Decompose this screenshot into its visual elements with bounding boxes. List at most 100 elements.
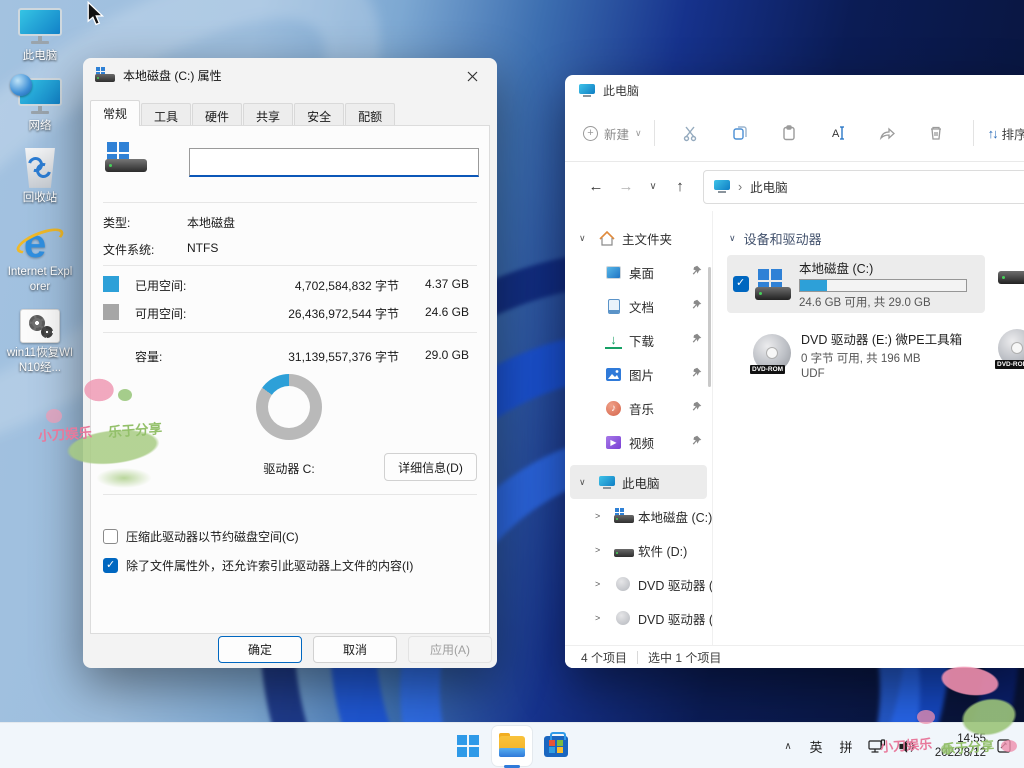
volume-label-input[interactable] <box>189 148 479 177</box>
details-button[interactable]: 详细信息(D) <box>384 453 477 481</box>
scissors-icon <box>682 124 700 142</box>
cancel-button[interactable]: 取消 <box>313 636 397 663</box>
share-button[interactable] <box>863 116 912 150</box>
drive-filesystem: UDF <box>801 368 962 380</box>
forward-button[interactable]: → <box>611 178 641 195</box>
used-space-bytes: 4,702,584,832 字节 <box>295 277 399 294</box>
cut-button[interactable] <box>667 116 716 150</box>
chevron-down-icon: ∨ <box>635 128 642 139</box>
history-dropdown[interactable]: ∨ <box>641 181 665 192</box>
type-label: 类型: <box>103 214 130 231</box>
chevron-right-icon: > <box>595 545 607 555</box>
notification-center-button[interactable] <box>990 728 1018 764</box>
pin-icon <box>691 299 702 313</box>
explorer-command-bar: + 新建 ∨ A ↑↓ <box>565 105 1024 162</box>
drive-info: 0 字节 可用, 共 196 MB <box>801 350 962 366</box>
drive-item-c[interactable]: 本地磁盘 (C:) 24.6 GB 可用, 共 29.0 GB <box>727 255 985 313</box>
properties-dialog: 本地磁盘 (C:) 属性 常规 工具 硬件 共享 安全 配额 类型: 本地磁盘 … <box>83 58 497 668</box>
explorer-titlebar: 此电脑 <box>565 75 1024 105</box>
sort-button[interactable]: ↑↓ 排序 <box>988 124 1024 143</box>
desktop-icon-internet-explorer[interactable]: e Internet Explorer <box>4 220 76 295</box>
index-checkbox-label: 除了文件属性外，还允许索引此驱动器上文件的内容(I) <box>126 557 413 574</box>
network-icon[interactable] <box>862 728 890 764</box>
explorer-content: ∨ 设备和驱动器 本地磁盘 (C:) 24.6 GB 可用, 共 29.0 GB… <box>712 211 1024 645</box>
taskbar-file-explorer[interactable] <box>492 726 532 766</box>
this-pc-icon <box>18 8 62 46</box>
rename-button[interactable]: A <box>814 116 863 150</box>
desktop-icon-label: win11恢复WIN10经... <box>5 346 75 376</box>
tab-sharing[interactable]: 共享 <box>243 103 293 126</box>
start-button[interactable] <box>448 726 488 766</box>
sidebar-item-drive-c[interactable]: > 本地磁盘 (C:) <box>565 499 712 533</box>
sidebar-item-desktop[interactable]: 桌面 <box>565 255 712 289</box>
hidden-icons-button[interactable]: ∧ <box>776 728 800 764</box>
tab-hardware[interactable]: 硬件 <box>192 103 242 126</box>
tab-general[interactable]: 常规 <box>90 100 140 126</box>
drive-icon <box>614 542 631 559</box>
tab-tools[interactable]: 工具 <box>141 103 191 126</box>
taskbar-microsoft-store[interactable] <box>536 726 576 766</box>
volume-icon[interactable] <box>892 728 920 764</box>
index-checkbox[interactable] <box>103 558 118 573</box>
divider <box>654 120 655 146</box>
sidebar-item-videos[interactable]: ▶ 视频 <box>565 425 712 459</box>
sidebar-item-documents[interactable]: 文档 <box>565 289 712 323</box>
sidebar-scrollbar[interactable] <box>708 267 711 387</box>
divider <box>103 494 477 495</box>
breadcrumb-separator: › <box>738 180 742 194</box>
drive-name: 本地磁盘 (C:) <box>799 258 967 277</box>
language-indicator[interactable]: 英 <box>802 728 830 764</box>
dialog-title: 本地磁盘 (C:) 属性 <box>123 67 222 84</box>
this-pc-icon <box>598 474 615 491</box>
ime-indicator[interactable]: 拼 <box>832 728 860 764</box>
desktop-icon-network[interactable]: 网络 <box>4 78 76 134</box>
delete-button[interactable] <box>912 116 961 150</box>
clock[interactable]: 14:55 2022/8/12 <box>922 728 988 764</box>
desktop-icon-win11-restore[interactable]: win11恢复WIN10经... <box>4 309 76 376</box>
close-button[interactable] <box>457 64 487 88</box>
paste-button[interactable] <box>765 116 814 150</box>
sidebar-item-this-pc[interactable]: ∨ 此电脑 <box>570 465 707 499</box>
drive-item-d-partial[interactable] <box>998 259 1024 291</box>
dvd-icon <box>614 576 631 593</box>
copy-button[interactable] <box>716 116 765 150</box>
desktop-icon-label: 网络 <box>29 119 52 134</box>
chevron-right-icon: > <box>595 613 607 623</box>
drive-item-dvd-e[interactable]: DVD-ROM DVD 驱动器 (E:) 微PE工具箱 0 字节 可用, 共 1… <box>727 323 985 385</box>
drive-item-dvd-partial[interactable]: DVD-ROM <box>998 329 1024 369</box>
divider <box>637 651 638 664</box>
apply-button[interactable]: 应用(A) <box>408 636 492 663</box>
pin-icon <box>691 333 702 347</box>
sidebar-item-pictures[interactable]: 图片 <box>565 357 712 391</box>
group-header-devices[interactable]: ∨ 设备和驱动器 <box>729 229 1024 248</box>
file-explorer-window: 此电脑 + 新建 ∨ A <box>565 75 1024 668</box>
sidebar-item-dvd-e[interactable]: > DVD 驱动器 (E:) <box>565 567 712 601</box>
internet-explorer-icon: e <box>17 220 63 262</box>
mouse-cursor <box>86 1 106 32</box>
taskbar: ∧ 英 拼 14:55 2022/8/12 <box>0 722 1024 768</box>
desktop-icon-recycle-bin[interactable]: 回收站 <box>4 148 76 206</box>
sidebar-item-dvd-f[interactable]: > DVD 驱动器 (F:) <box>565 601 712 635</box>
sidebar-item-drive-d[interactable]: > 软件 (D:) <box>565 533 712 567</box>
tray-time: 14:55 <box>957 732 986 746</box>
sidebar-item-music[interactable]: ♪ 音乐 <box>565 391 712 425</box>
new-button[interactable]: + 新建 ∨ <box>583 124 642 143</box>
drive-info: 24.6 GB 可用, 共 29.0 GB <box>799 294 967 310</box>
desktop-icon-this-pc[interactable]: 此电脑 <box>4 8 76 64</box>
breadcrumb[interactable]: 此电脑 <box>750 177 788 196</box>
item-checkbox[interactable] <box>733 276 749 292</box>
tab-quota[interactable]: 配额 <box>345 103 395 126</box>
pin-icon <box>691 265 702 279</box>
compress-checkbox[interactable] <box>103 529 118 544</box>
tab-security[interactable]: 安全 <box>294 103 344 126</box>
sidebar-item-downloads[interactable]: ↓ 下载 <box>565 323 712 357</box>
ok-button[interactable]: 确定 <box>218 636 302 663</box>
sidebar-item-home[interactable]: ∨ 主文件夹 <box>565 221 712 255</box>
drive-name: DVD 驱动器 (E:) 微PE工具箱 <box>801 329 962 348</box>
address-bar[interactable]: › 此电脑 <box>703 170 1024 204</box>
back-button[interactable]: ← <box>581 178 611 195</box>
up-button[interactable]: ↑ <box>665 178 695 195</box>
music-icon: ♪ <box>605 400 622 417</box>
windows-logo-icon <box>457 735 479 757</box>
explorer-sidebar: ∨ 主文件夹 桌面 文档 ↓ 下载 <box>565 211 712 645</box>
